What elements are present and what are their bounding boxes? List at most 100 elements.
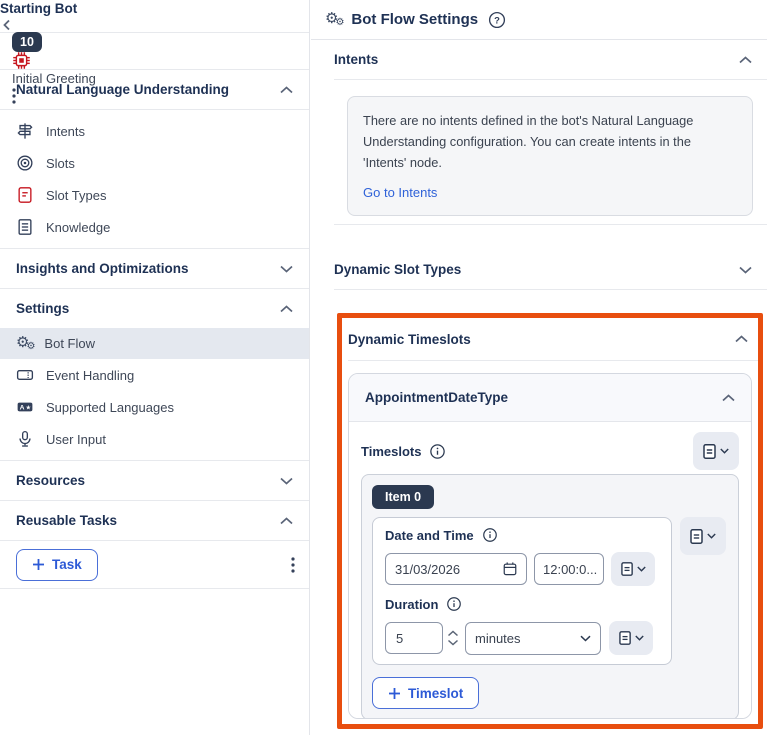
document-icon [703, 444, 717, 459]
section-title: Insights and Optimizations [16, 261, 189, 276]
chevron-down-icon [707, 533, 716, 539]
info-icon[interactable] [446, 596, 462, 612]
stepper-down-icon[interactable] [447, 639, 459, 646]
duration-expression-dropdown[interactable] [609, 621, 653, 655]
collapse-sidebar-icon[interactable] [0, 18, 14, 32]
chevron-up-icon [280, 305, 293, 313]
section-title: Dynamic Timeslots [348, 332, 471, 347]
item-expression-dropdown[interactable] [680, 517, 726, 555]
divider [334, 224, 767, 225]
chevron-up-icon [722, 394, 735, 402]
sidebar-item-label: Bot Flow [44, 336, 95, 351]
section-dynamic-slot-types[interactable]: Dynamic Slot Types [311, 250, 767, 289]
sidebar-item-user-input[interactable]: User Input [0, 423, 309, 455]
language-badge-icon: A★ [16, 398, 34, 416]
timeslots-label: Timeslots [361, 444, 421, 459]
divider [348, 360, 758, 361]
document-icon [619, 631, 632, 645]
duration-label: Duration [385, 597, 438, 612]
date-time-group-row: Date and Time 31/03/2026 12: [372, 517, 728, 665]
bot-flow-settings-panel: ⚙⚙ Bot Flow Settings ? Intents There are… [311, 0, 767, 735]
chevron-up-icon [280, 86, 293, 94]
duration-value-input[interactable]: 5 [385, 622, 443, 654]
sidebar-item-event-handling[interactable]: Event Handling [0, 359, 309, 391]
duration-unit-select[interactable]: minutes [465, 622, 601, 655]
item-index-badge: Item 0 [372, 485, 434, 509]
plus-icon [388, 687, 401, 700]
sidebar-item-slot-types[interactable]: Slot Types [0, 179, 309, 211]
timeslots-row: Timeslots [361, 432, 739, 470]
section-dynamic-timeslots[interactable]: Dynamic Timeslots [342, 318, 758, 360]
duration-stepper[interactable] [447, 630, 459, 646]
date-time-inputs: 31/03/2026 12:00:0... [385, 552, 659, 586]
add-task-button[interactable]: Task [16, 549, 98, 581]
intents-empty-message: There are no intents defined in the bot'… [363, 110, 737, 173]
chevron-up-icon [280, 517, 293, 525]
settings-items: ⚙⚙ Bot Flow Event Handling A★ Supported … [0, 328, 309, 461]
section-resources[interactable]: Resources [0, 461, 309, 501]
chevron-down-icon [637, 566, 646, 572]
divider [334, 79, 767, 80]
section-insights-and-optimizations[interactable]: Insights and Optimizations [0, 249, 309, 289]
date-and-time-label: Date and Time [385, 528, 474, 543]
sidebar-item-intents[interactable]: Intents [0, 115, 309, 147]
section-reusable-tasks[interactable]: Reusable Tasks [0, 501, 309, 541]
appointment-date-type-header[interactable]: AppointmentDateType [349, 374, 751, 422]
chevron-down-icon [739, 266, 752, 274]
date-input[interactable]: 31/03/2026 [385, 553, 527, 585]
sidebar-item-bot-flow[interactable]: ⚙⚙ Bot Flow [0, 328, 309, 359]
info-icon[interactable] [482, 527, 498, 543]
sidebar-item-slots[interactable]: Slots [0, 147, 309, 179]
book-icon [16, 218, 34, 236]
time-input[interactable]: 12:00:0... [534, 553, 604, 585]
section-title: Intents [334, 52, 378, 67]
duration-value: 5 [396, 631, 403, 646]
intents-empty-state: There are no intents defined in the bot'… [347, 96, 753, 216]
chevron-down-icon [280, 477, 293, 485]
slot-type-title: AppointmentDateType [365, 390, 508, 405]
sidebar-item-label: Slots [46, 156, 75, 171]
task-row: Task [0, 541, 309, 589]
section-title: Reusable Tasks [16, 513, 117, 528]
node-count-badge: 10 [12, 32, 42, 52]
duration-label-group: Duration [385, 596, 659, 612]
chevron-up-icon [739, 56, 752, 64]
bot-chip-icon [12, 51, 31, 70]
date-time-card: Date and Time 31/03/2026 12: [372, 517, 672, 665]
go-to-intents-link[interactable]: Go to Intents [363, 185, 437, 200]
time-value: 12:00:0... [543, 562, 597, 577]
date-time-expression-dropdown[interactable] [611, 552, 655, 586]
sidebar-item-label: Event Handling [46, 368, 134, 383]
add-timeslot-button[interactable]: Timeslot [372, 677, 479, 709]
microphone-icon [16, 430, 34, 448]
chevron-down-icon [720, 448, 729, 454]
section-title: Resources [16, 473, 85, 488]
tasks-menu-kebab-icon[interactable] [291, 557, 295, 573]
stepper-up-icon[interactable] [447, 630, 459, 637]
sidebar: Starting Bot 10 Initial Greeting Natural… [0, 0, 310, 735]
sidebar-item-label: Knowledge [46, 220, 110, 235]
plus-icon [32, 558, 45, 571]
sidebar-item-label: Supported Languages [46, 400, 174, 415]
gears-icon: ⚙⚙ [325, 11, 341, 28]
section-title: Natural Language Understanding [16, 82, 229, 97]
appointment-date-type-body: Timeslots Item 0 [349, 422, 751, 719]
help-icon[interactable]: ? [488, 11, 506, 29]
starting-bot-title: Starting Bot [0, 1, 77, 16]
sidebar-item-supported-languages[interactable]: A★ Supported Languages [0, 391, 309, 423]
date-and-time-label-group: Date and Time [385, 527, 659, 543]
section-intents[interactable]: Intents [311, 40, 767, 79]
panel-header: ⚙⚙ Bot Flow Settings ? [311, 0, 767, 40]
starting-bot-header: Starting Bot [0, 0, 309, 33]
sidebar-item-knowledge[interactable]: Knowledge [0, 211, 309, 243]
chevron-down-icon [580, 635, 591, 642]
timeslots-expression-dropdown[interactable] [693, 432, 739, 470]
sidebar-item-label: User Input [46, 432, 106, 447]
node-initial-greeting[interactable]: 10 Initial Greeting [0, 33, 309, 70]
document-icon [621, 562, 634, 576]
duration-inputs: 5 minutes [385, 621, 659, 655]
date-value: 31/03/2026 [395, 562, 460, 577]
info-icon[interactable] [429, 443, 446, 460]
section-settings[interactable]: Settings [0, 289, 309, 328]
calendar-icon[interactable] [502, 561, 518, 577]
